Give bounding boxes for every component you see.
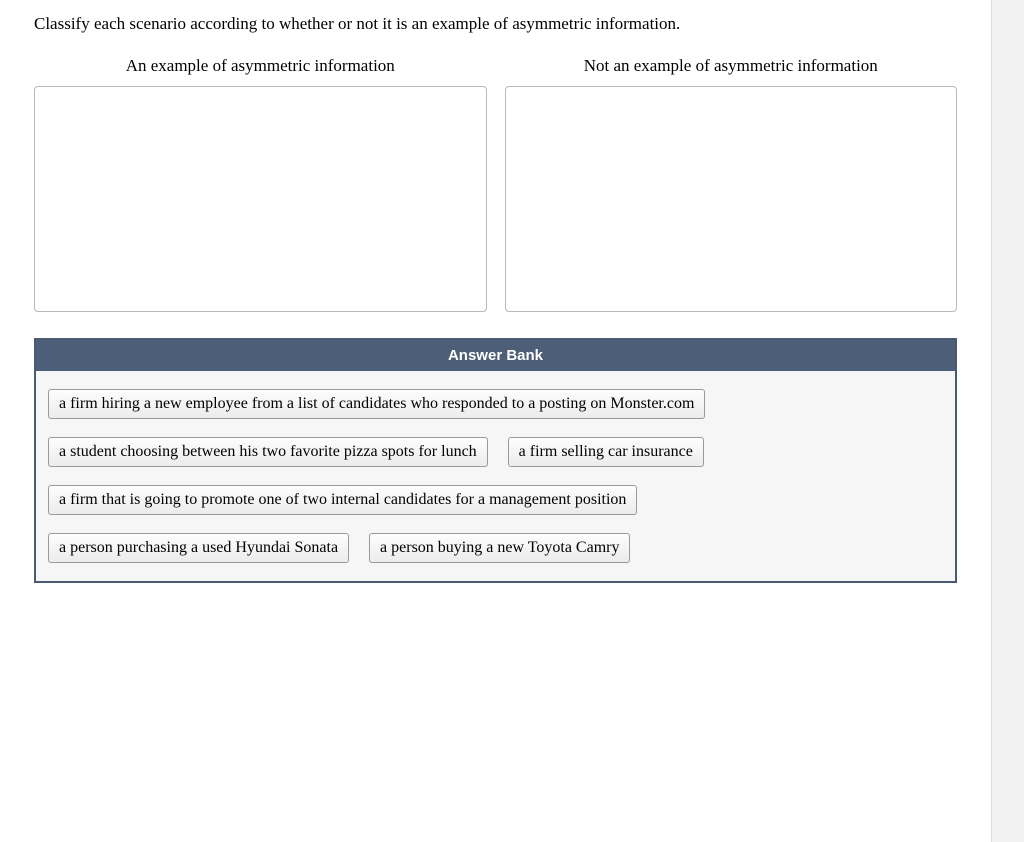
content-panel: Classify each scenario according to whet…: [0, 0, 992, 842]
drop-zones-container: An example of asymmetric information Not…: [0, 56, 991, 312]
drop-box-not-asymmetric[interactable]: [505, 86, 958, 312]
zone-column-not-asymmetric: Not an example of asymmetric information: [505, 56, 958, 312]
zone-label-not-asymmetric: Not an example of asymmetric information: [584, 56, 878, 76]
answer-item[interactable]: a firm hiring a new employee from a list…: [48, 389, 705, 419]
answer-row: a firm that is going to promote one of t…: [48, 485, 943, 515]
zone-label-asymmetric: An example of asymmetric information: [126, 56, 395, 76]
answer-bank-header: Answer Bank: [36, 340, 955, 371]
answer-item[interactable]: a student choosing between his two favor…: [48, 437, 488, 467]
answer-row: a person purchasing a used Hyundai Sonat…: [48, 533, 943, 563]
answer-bank-body: a firm hiring a new employee from a list…: [36, 371, 955, 581]
answer-row: a student choosing between his two favor…: [48, 437, 943, 467]
question-text: Classify each scenario according to whet…: [0, 10, 991, 48]
answer-row: a firm hiring a new employee from a list…: [48, 389, 943, 419]
answer-item[interactable]: a person buying a new Toyota Camry: [369, 533, 630, 563]
drop-box-asymmetric[interactable]: [34, 86, 487, 312]
zone-column-asymmetric: An example of asymmetric information: [34, 56, 487, 312]
answer-item[interactable]: a person purchasing a used Hyundai Sonat…: [48, 533, 349, 563]
answer-item[interactable]: a firm selling car insurance: [508, 437, 704, 467]
answer-item[interactable]: a firm that is going to promote one of t…: [48, 485, 637, 515]
answer-bank: Answer Bank a firm hiring a new employee…: [34, 338, 957, 583]
